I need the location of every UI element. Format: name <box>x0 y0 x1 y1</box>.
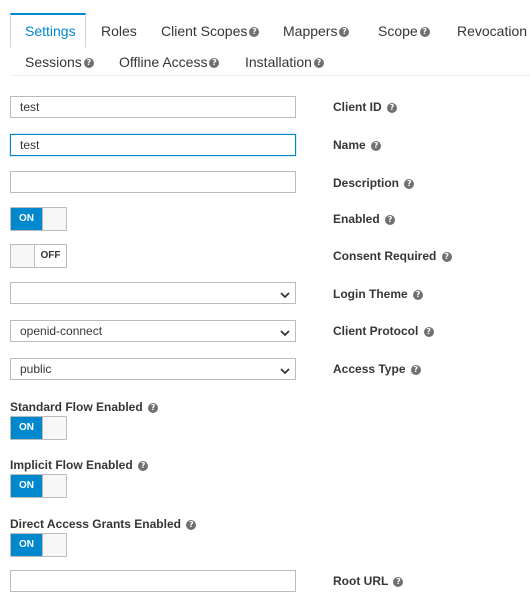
help-icon[interactable]: ? <box>419 27 430 38</box>
client-id-label-text: Client ID <box>333 100 382 114</box>
implicit-flow-label: Implicit Flow Enabled ? <box>10 457 149 473</box>
client-tabs: Settings Roles Client Scopes? Mappers? S… <box>10 13 530 76</box>
help-icon[interactable]: ? <box>138 460 149 471</box>
enabled-toggle[interactable]: ON <box>10 207 67 231</box>
consent-required-label-text: Consent Required <box>333 249 437 263</box>
access-type-select[interactable]: public <box>10 358 296 380</box>
help-icon[interactable]: ? <box>404 178 415 189</box>
tab-settings[interactable]: Settings <box>25 21 76 41</box>
implicit-flow-label-text: Implicit Flow Enabled <box>10 458 133 472</box>
direct-access-grants-toggle[interactable]: ON <box>10 533 67 557</box>
tab-installation-label: Installation <box>245 54 312 70</box>
tab-revocation[interactable]: Revocation <box>457 21 527 41</box>
help-icon[interactable]: ? <box>186 519 197 530</box>
access-type-value: public <box>20 362 52 376</box>
name-input[interactable]: test <box>10 134 296 156</box>
standard-flow-label-text: Standard Flow Enabled <box>10 400 143 414</box>
consent-required-label: Consent Required ? <box>333 248 452 264</box>
help-icon[interactable]: ? <box>387 102 398 113</box>
help-icon[interactable]: ? <box>413 289 424 300</box>
toggle-on-label: ON <box>11 417 42 439</box>
toggle-knob <box>42 534 66 556</box>
client-protocol-value: openid-connect <box>20 324 103 338</box>
enabled-label: Enabled ? <box>333 211 396 227</box>
tab-offline-access[interactable]: Offline Access? <box>119 52 220 72</box>
tab-installation[interactable]: Installation? <box>245 52 324 72</box>
standard-flow-toggle[interactable]: ON <box>10 416 67 440</box>
help-icon[interactable]: ? <box>393 576 404 587</box>
toggle-knob <box>42 417 66 439</box>
toggle-on-label: ON <box>11 475 42 497</box>
root-url-label: Root URL ? <box>333 573 404 589</box>
tab-offline-access-label: Offline Access <box>119 54 208 70</box>
help-icon[interactable]: ? <box>249 27 260 38</box>
login-theme-label: Login Theme ? <box>333 286 424 302</box>
toggle-knob <box>42 208 66 230</box>
help-icon[interactable]: ? <box>83 58 94 69</box>
tab-mappers[interactable]: Mappers? <box>283 21 350 41</box>
help-icon[interactable]: ? <box>385 214 396 225</box>
direct-access-grants-label-text: Direct Access Grants Enabled <box>10 517 181 531</box>
client-protocol-label-text: Client Protocol <box>333 324 419 338</box>
access-type-label: Access Type ? <box>333 361 421 377</box>
toggle-knob <box>11 245 35 267</box>
client-id-input[interactable]: test <box>10 96 296 118</box>
client-id-label: Client ID ? <box>333 99 398 115</box>
chevron-down-icon <box>280 286 290 306</box>
login-theme-label-text: Login Theme <box>333 287 408 301</box>
tab-client-scopes-label: Client Scopes <box>161 23 248 39</box>
tab-client-scopes[interactable]: Client Scopes? <box>161 21 260 41</box>
help-icon[interactable]: ? <box>410 364 421 375</box>
client-protocol-label: Client Protocol ? <box>333 323 434 339</box>
login-theme-select[interactable] <box>10 282 296 304</box>
enabled-label-text: Enabled <box>333 212 380 226</box>
description-label: Description ? <box>333 175 415 191</box>
name-label: Name ? <box>333 137 382 153</box>
help-icon[interactable]: ? <box>371 140 382 151</box>
tab-sessions-label: Sessions <box>25 54 82 70</box>
direct-access-grants-label: Direct Access Grants Enabled ? <box>10 516 197 532</box>
root-url-input[interactable] <box>10 570 296 592</box>
access-type-label-text: Access Type <box>333 362 406 376</box>
implicit-flow-toggle[interactable]: ON <box>10 474 67 498</box>
root-url-label-text: Root URL <box>333 574 389 588</box>
tab-sessions[interactable]: Sessions? <box>25 52 94 72</box>
standard-flow-label: Standard Flow Enabled ? <box>10 399 159 415</box>
chevron-down-icon <box>280 324 290 344</box>
help-icon[interactable]: ? <box>148 402 159 413</box>
tab-mappers-label: Mappers <box>283 23 338 39</box>
help-icon[interactable]: ? <box>423 326 434 337</box>
client-protocol-select[interactable]: openid-connect <box>10 320 296 342</box>
tab-scope-label: Scope <box>378 23 418 39</box>
name-label-text: Name <box>333 138 366 152</box>
help-icon[interactable]: ? <box>441 251 452 262</box>
toggle-on-label: ON <box>11 534 42 556</box>
help-icon[interactable]: ? <box>339 27 350 38</box>
toggle-on-label: ON <box>11 208 42 230</box>
toggle-knob <box>42 475 66 497</box>
consent-required-toggle[interactable]: OFF <box>10 244 67 268</box>
help-icon[interactable]: ? <box>313 58 324 69</box>
description-input[interactable] <box>10 171 296 193</box>
toggle-off-label: OFF <box>35 245 66 267</box>
chevron-down-icon <box>280 362 290 382</box>
tab-roles[interactable]: Roles <box>101 21 137 41</box>
help-icon[interactable]: ? <box>209 58 220 69</box>
tab-scope[interactable]: Scope? <box>378 21 430 41</box>
description-label-text: Description <box>333 176 400 190</box>
